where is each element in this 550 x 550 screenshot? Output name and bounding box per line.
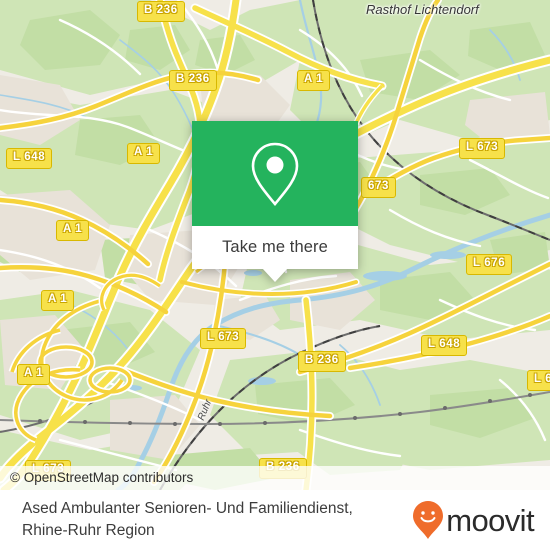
road-shield-l673-mid[interactable]: L 673 [200, 328, 247, 349]
callout-marker-panel [192, 121, 358, 226]
moovit-smiley-pin-icon [413, 501, 444, 539]
destination-callout[interactable]: Take me there [192, 121, 358, 282]
moovit-wordmark: moovit [446, 502, 534, 538]
map-pin-icon [251, 142, 299, 206]
footer-bar: Ased Ambulanter Senioren- Und Familiendi… [0, 490, 550, 550]
map-screenshot: Rasthof Lichtendorf Ruhr B 236 B 236 A 1… [0, 0, 550, 550]
road-shield-b236-upper[interactable]: B 236 [169, 70, 217, 91]
callout-action-bar[interactable]: Take me there [192, 226, 358, 282]
road-shield-a1-top[interactable]: A 1 [297, 70, 331, 91]
road-shield-b236-mid[interactable]: B 236 [298, 351, 346, 372]
road-shield-l676[interactable]: L 676 [466, 254, 513, 275]
road-shield-a1-mid[interactable]: A 1 [56, 220, 90, 241]
road-shield-b236-north[interactable]: B 236 [137, 1, 185, 22]
callout-tail-pointer [262, 268, 288, 282]
road-shield-a1-upper[interactable]: A 1 [127, 143, 161, 164]
map-attribution[interactable]: © OpenStreetMap contributors [0, 466, 550, 490]
place-title-line1: Ased Ambulanter Senioren- Und Familiendi… [22, 499, 353, 517]
place-title-line2: Rhine-Ruhr Region [22, 522, 155, 539]
road-shield-a1-center[interactable]: A 1 [41, 290, 75, 311]
road-shield-l673-topright[interactable]: L 673 [459, 138, 506, 159]
place-label-rasthof-lichtendorf: Rasthof Lichtendorf [366, 2, 479, 17]
road-shield-l648-right[interactable]: L 648 [421, 335, 468, 356]
take-me-there-label: Take me there [222, 238, 328, 256]
road-shield-l648-left[interactable]: L 648 [6, 148, 53, 169]
road-shield-673-center[interactable]: 673 [361, 177, 396, 198]
place-title: Ased Ambulanter Senioren- Und Familiendi… [22, 498, 353, 543]
moovit-brand[interactable]: moovit [412, 500, 535, 540]
road-shield-l6-edge[interactable]: L 6 [527, 370, 550, 391]
road-shield-a1-lower[interactable]: A 1 [17, 364, 51, 385]
